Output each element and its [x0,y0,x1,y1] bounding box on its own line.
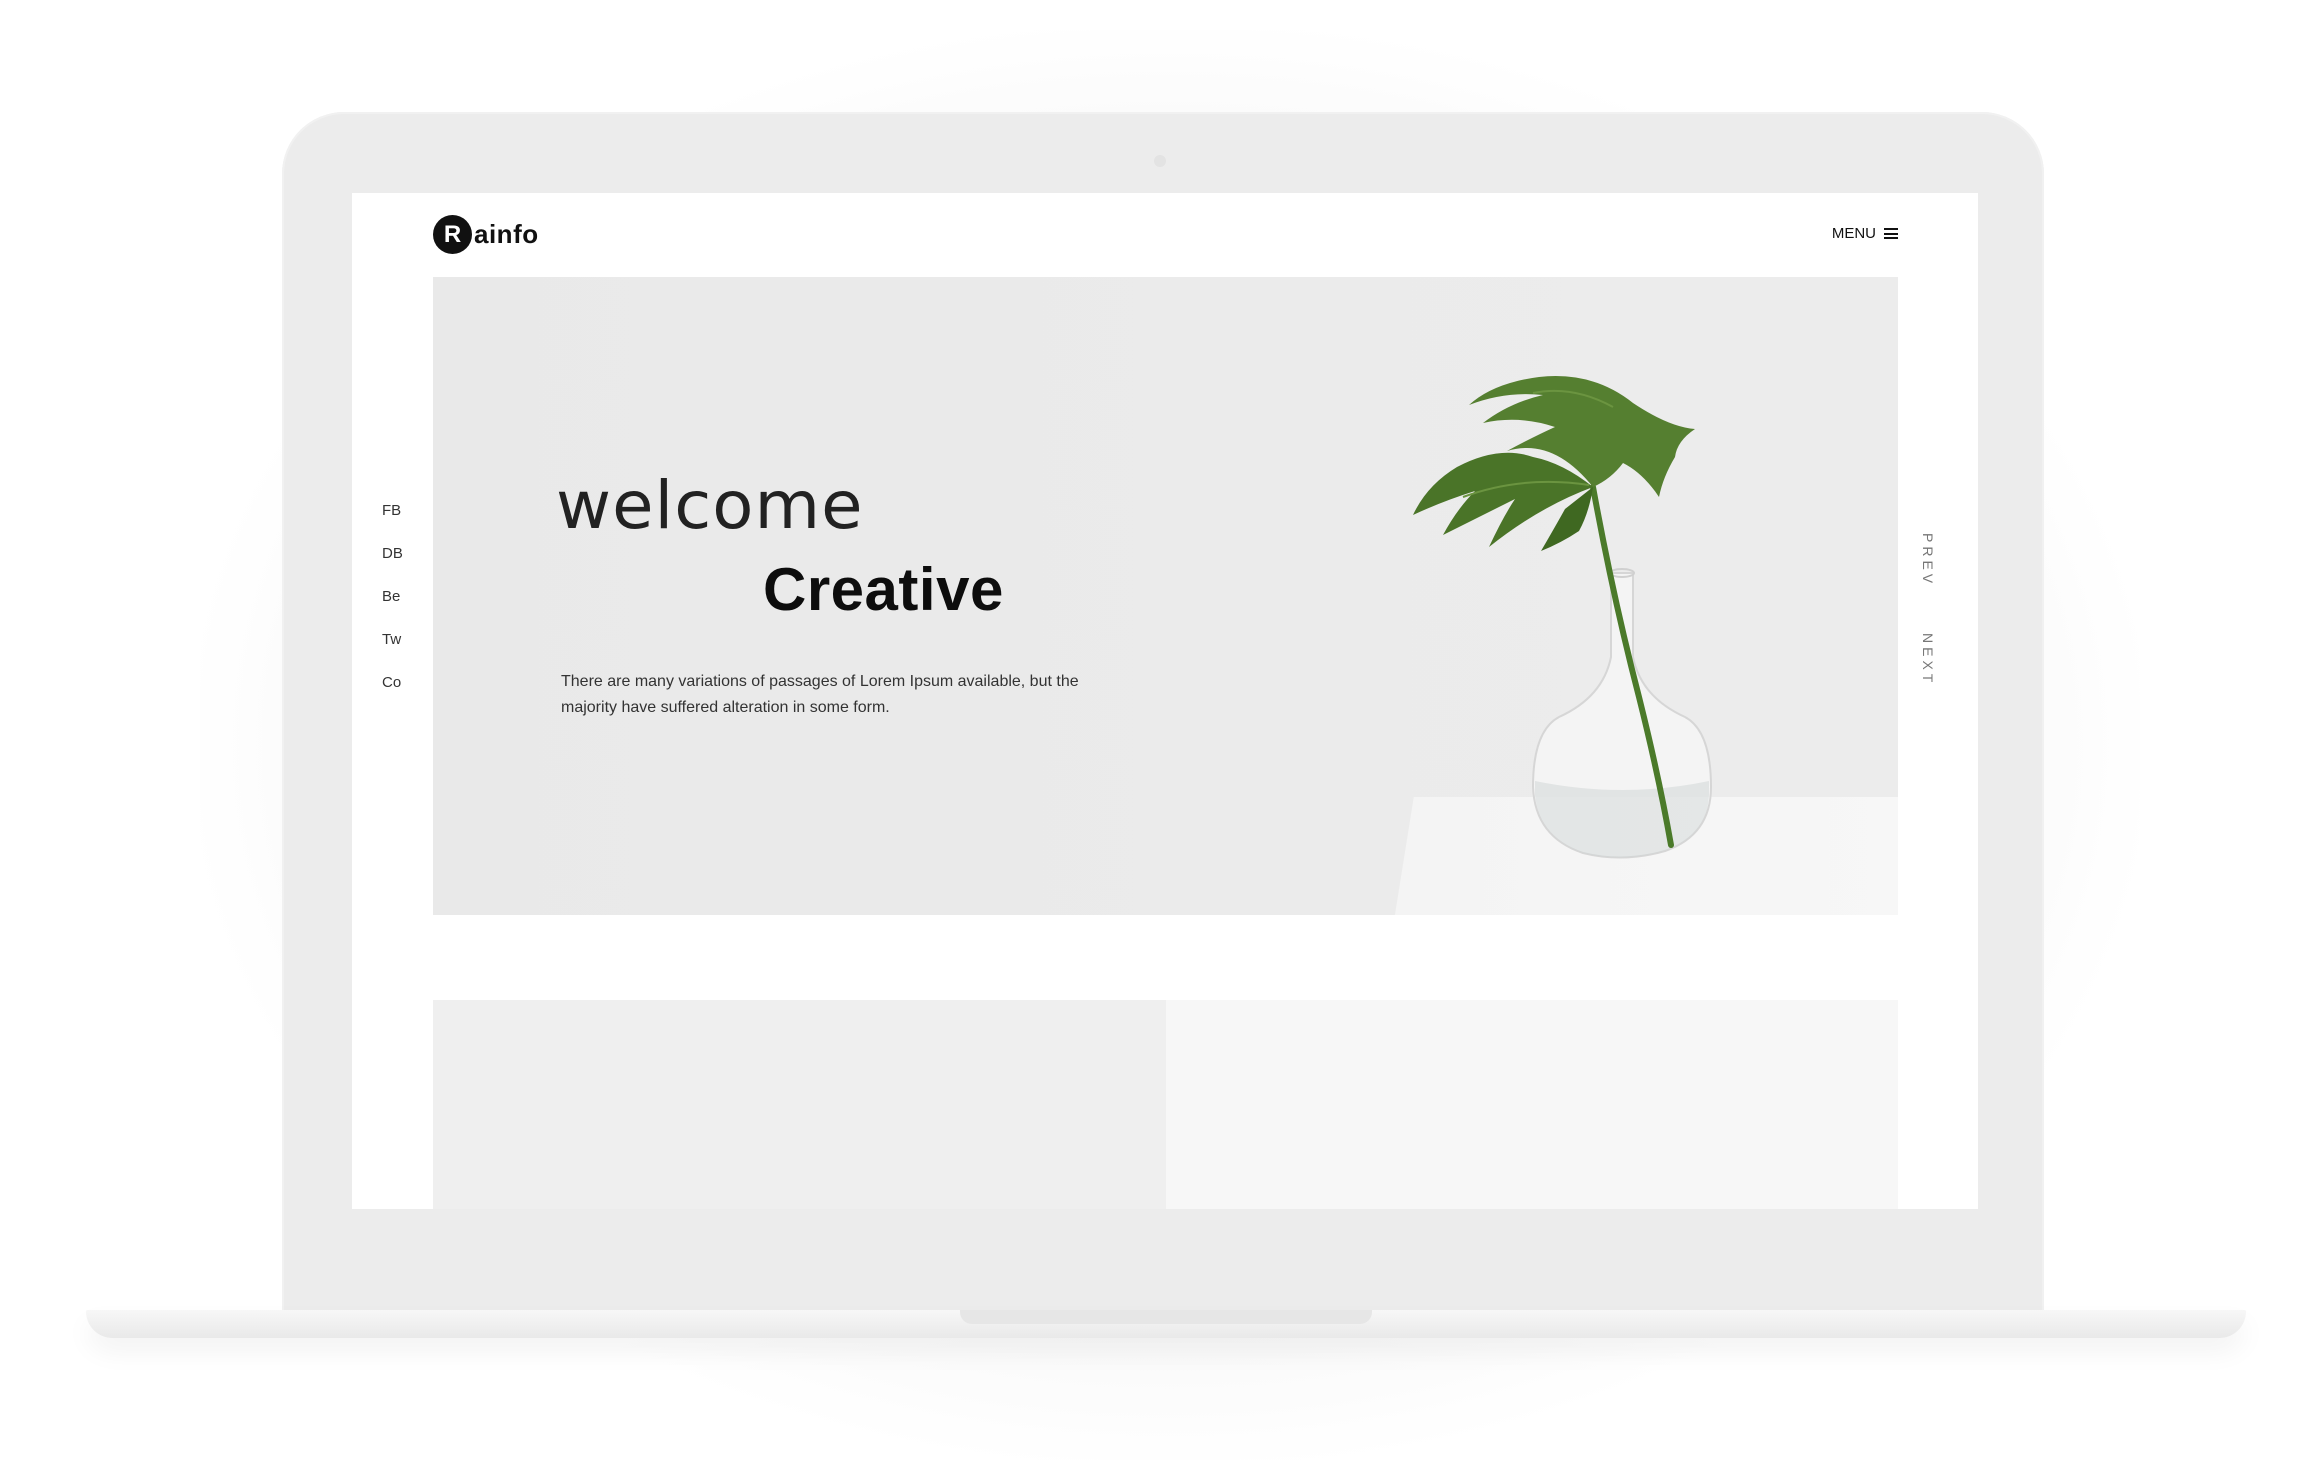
next-slide-button[interactable]: NEXT [1920,633,1936,686]
social-links: FB DB Be Tw Co [382,501,403,692]
menu-label: MENU [1831,225,1876,242]
prev-slide-button[interactable]: PREV [1920,533,1936,587]
hero-description: There are many variations of passages of… [561,673,1079,716]
hero-welcome-text: welcome [555,467,864,544]
hero-headline: Creative [763,556,1004,623]
content-panel-left [433,1000,1166,1209]
laptop-camera [1154,155,1166,167]
slider-navigation: PREV NEXT [1920,533,1936,686]
social-link-fb[interactable]: FB [382,501,403,520]
content-panel-right [1166,1000,1898,1209]
hero-slide: welcome Creative There are many variatio… [433,277,1898,915]
menu-button[interactable]: MENU [1832,225,1898,242]
logo-mark: R [433,215,472,254]
social-link-db[interactable]: DB [382,544,403,563]
social-link-co[interactable]: Co [382,673,403,692]
social-link-be[interactable]: Be [382,587,403,606]
laptop-hinge-notch [960,1310,1372,1324]
site-logo[interactable]: R ainfo [433,215,539,254]
hamburger-icon [1884,228,1898,239]
device-mockup-scene: R ainfo MENU FB DB Be Tw Co welcome Crea… [0,0,2316,1475]
monstera-plant-illustration [1413,376,1713,859]
social-link-tw[interactable]: Tw [382,630,403,649]
logo-text: ainfo [474,219,539,249]
website-screen: R ainfo MENU FB DB Be Tw Co welcome Crea… [352,193,1978,1209]
